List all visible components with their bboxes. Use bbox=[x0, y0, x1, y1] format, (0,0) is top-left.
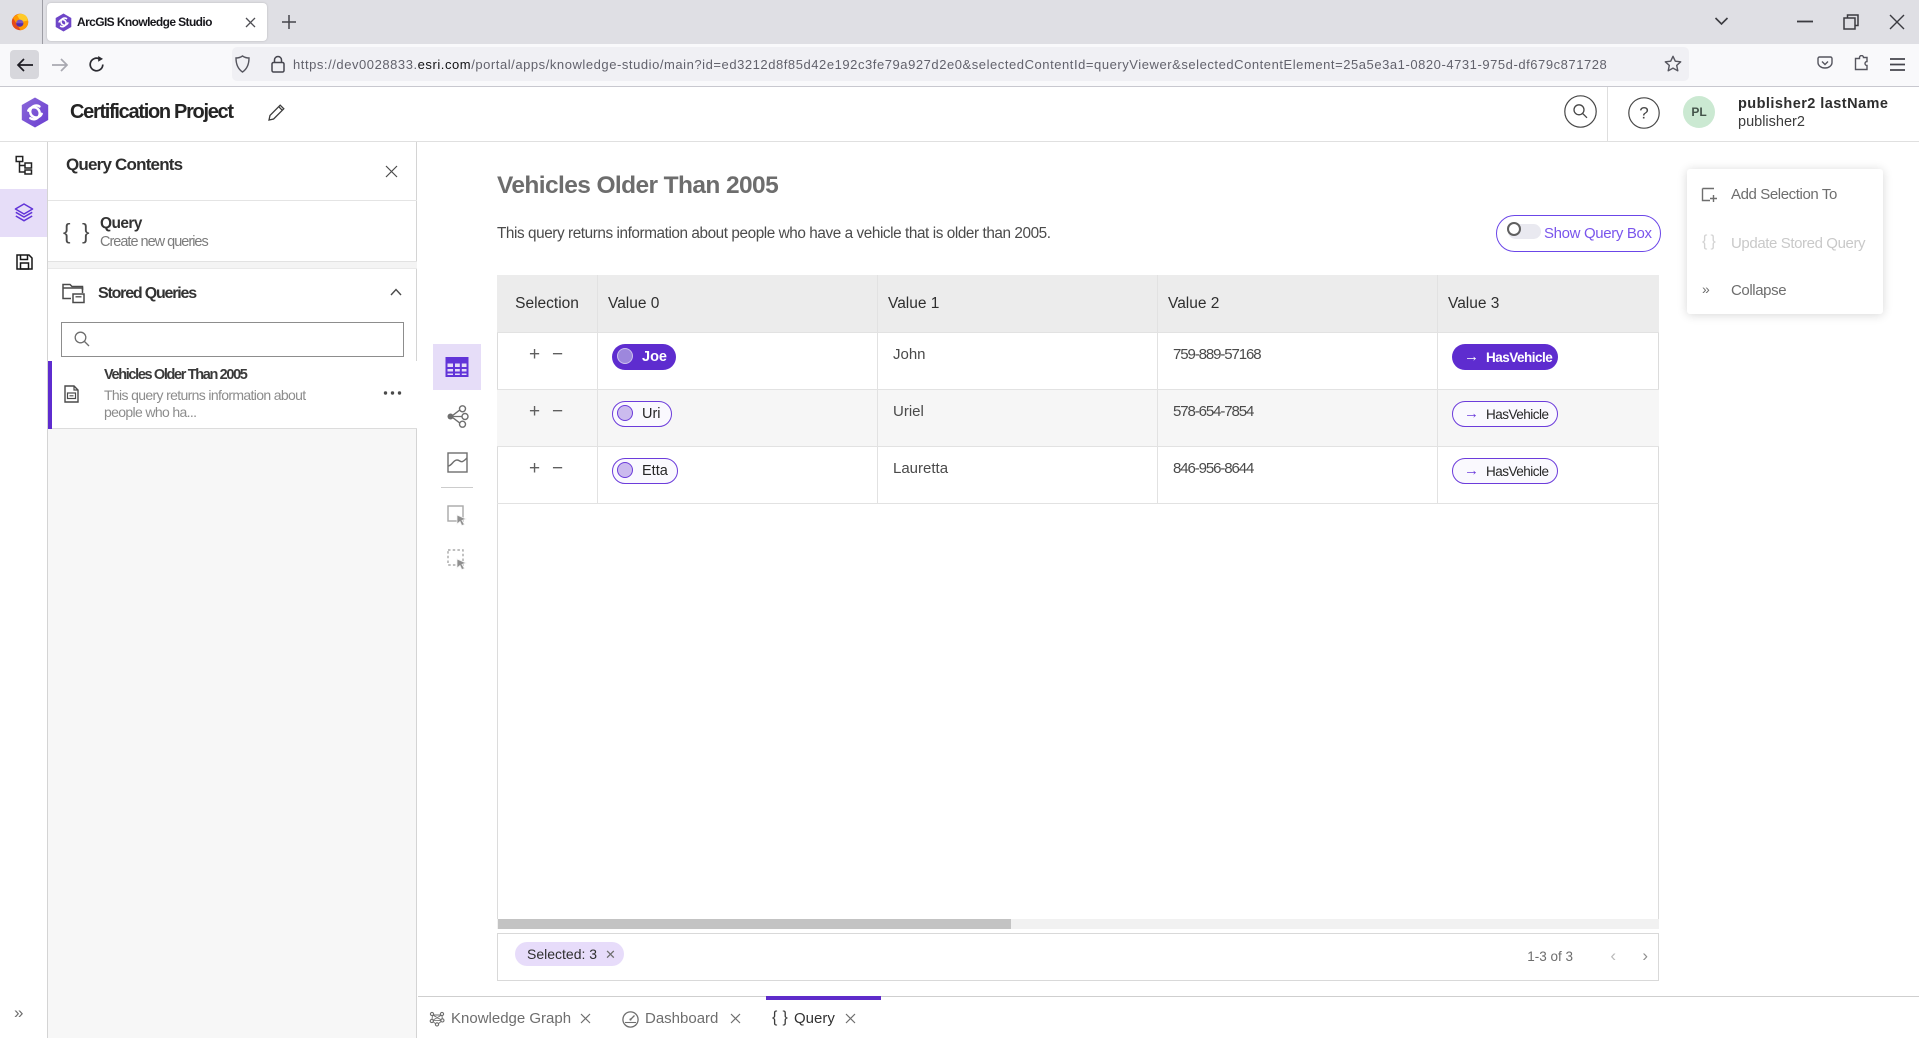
svg-text:?: ? bbox=[1639, 104, 1648, 123]
